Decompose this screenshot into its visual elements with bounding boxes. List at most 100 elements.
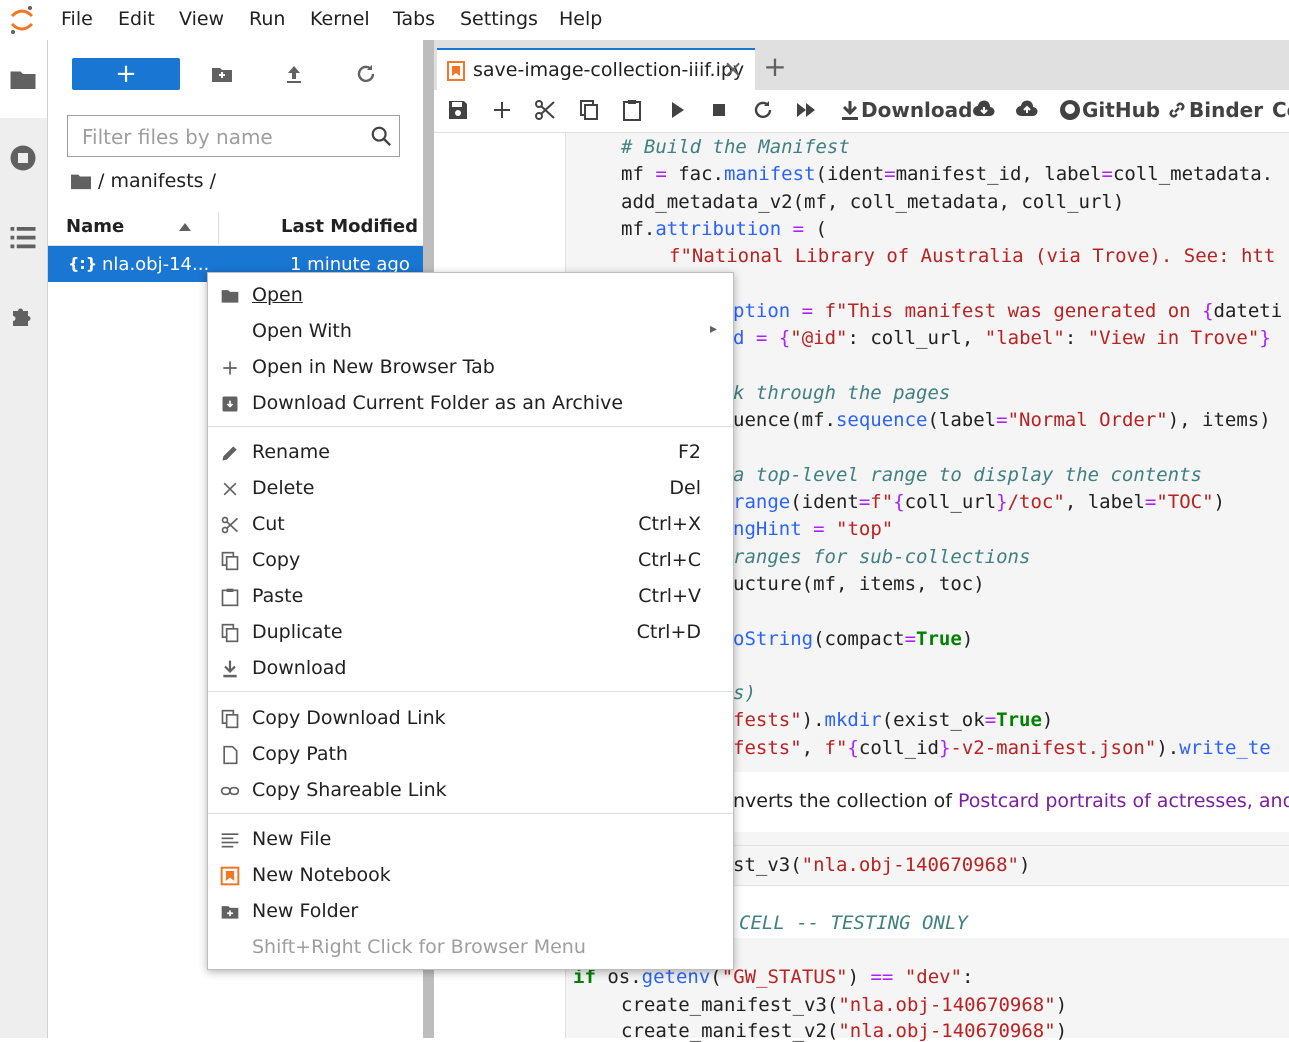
fast-forward-icon[interactable] — [794, 98, 818, 122]
cut-icon[interactable] — [533, 98, 557, 122]
menu-kernel[interactable]: Kernel — [310, 8, 370, 30]
menu-view[interactable]: View — [179, 8, 224, 30]
breadcrumb: / manifests / — [70, 170, 216, 192]
menu-hint: Shift+Right Click for Browser Menu — [252, 936, 586, 958]
code-line: fests", f"{coll_id}-v2-manifest.json").w… — [733, 737, 1271, 759]
menu-item-new-folder[interactable]: New Folder — [208, 893, 733, 929]
binder-button-label[interactable]: Binder — [1189, 98, 1263, 122]
code-line: ption = f"This manifest was generated on… — [733, 300, 1283, 322]
code-line: mf.attribution = ( — [621, 218, 827, 240]
github-button-label[interactable]: GitHub — [1082, 98, 1160, 122]
tab-notebook[interactable]: save-image-collection-iiif.ipy × — [437, 48, 755, 94]
column-header-last-modified[interactable]: Last Modified — [281, 216, 418, 237]
paste-icon — [221, 588, 239, 607]
menu-item-copy[interactable]: Copy Ctrl+C — [208, 542, 733, 578]
new-folder-icon[interactable] — [210, 62, 234, 86]
context-menu: Open Open With ▸ Open in New Browser Tab… — [207, 272, 734, 970]
jupyter-logo-icon[interactable] — [8, 4, 36, 36]
menu-item-paste[interactable]: Paste Ctrl+V — [208, 578, 733, 614]
link-icon[interactable] — [1165, 98, 1189, 122]
plus-icon — [223, 361, 237, 375]
menu-item-delete[interactable]: Delete Del — [208, 470, 733, 506]
copy-icon — [221, 551, 239, 571]
menu-item-download-archive[interactable]: Download Current Folder as an Archive — [208, 385, 733, 421]
stop-icon[interactable] — [707, 98, 731, 122]
activity-bar — [0, 40, 48, 1038]
code-line: st_v3("nla.obj-140670968") — [733, 854, 1031, 876]
text-file-icon — [221, 833, 239, 848]
column-divider[interactable] — [218, 212, 219, 244]
menu-item-copy-download-link[interactable]: Copy Download Link — [208, 700, 733, 736]
code-line: mf = fac.manifest(ident=manifest_id, lab… — [621, 163, 1274, 185]
run-icon[interactable] — [665, 98, 689, 122]
paste-icon[interactable] — [620, 98, 644, 122]
menu-edit[interactable]: Edit — [118, 8, 155, 30]
code-line: ngHint = "top" — [733, 518, 894, 540]
running-kernels-icon[interactable] — [8, 143, 38, 173]
extension-puzzle-icon[interactable] — [8, 301, 38, 331]
upload-icon[interactable] — [282, 62, 306, 86]
scissors-icon — [221, 516, 239, 534]
markdown-link[interactable]: Postcard portraits of actresses, and — [958, 790, 1289, 812]
code-line: oString(compact=True) — [733, 628, 974, 650]
menu-item-cut[interactable]: Cut Ctrl+X — [208, 506, 733, 542]
new-folder-icon — [221, 906, 239, 919]
menu-tabs[interactable]: Tabs — [393, 8, 435, 30]
filter-files-input[interactable] — [80, 124, 364, 150]
download-icon[interactable] — [838, 98, 862, 122]
notebook-icon — [220, 866, 240, 886]
menu-item-copy-path[interactable]: Copy Path — [208, 736, 733, 772]
code-line: k through the pages — [733, 382, 951, 404]
code-line: CELL -- TESTING ONLY — [739, 912, 968, 934]
menu-separator — [208, 813, 733, 814]
sort-ascending-icon — [179, 223, 191, 231]
github-icon[interactable] — [1058, 98, 1082, 122]
code-line: a top-level range to display the content… — [733, 464, 1202, 486]
refresh-icon[interactable] — [354, 62, 378, 86]
cloud-download-icon[interactable] — [972, 98, 996, 122]
breadcrumb-path[interactable]: / manifests / — [98, 170, 216, 192]
menu-item-download[interactable]: Download — [208, 650, 733, 686]
code-line: f"National Library of Australia (via Tro… — [669, 245, 1276, 267]
menu-item-copy-shareable-link[interactable]: Copy Shareable Link — [208, 772, 733, 808]
menu-item-open[interactable]: Open — [208, 277, 733, 313]
code-line: uence(mf.sequence(label="Normal Order"),… — [733, 409, 1271, 431]
copy-icon[interactable] — [577, 98, 601, 122]
close-icon[interactable]: × — [723, 55, 743, 83]
file-icon — [223, 745, 238, 765]
menu-bar: File Edit View Run Kernel Tabs Settings … — [0, 0, 1289, 41]
menu-item-open-with[interactable]: Open With ▸ — [208, 313, 733, 349]
column-header-name[interactable]: Name — [66, 216, 124, 237]
code-line: # Build the Manifest — [621, 136, 850, 158]
new-launcher-button[interactable]: + — [72, 58, 180, 90]
menu-separator — [208, 426, 733, 427]
notebook-icon — [447, 61, 465, 81]
menu-run[interactable]: Run — [249, 8, 285, 30]
folder-icon[interactable] — [8, 64, 38, 94]
archive-icon — [222, 396, 238, 412]
menu-item-new-notebook[interactable]: New Notebook — [208, 857, 733, 893]
toc-list-icon[interactable] — [8, 222, 38, 252]
download-button-label[interactable]: Download — [861, 98, 972, 122]
cloud-upload-icon[interactable] — [1015, 98, 1039, 122]
menu-help[interactable]: Help — [559, 8, 602, 30]
new-tab-button[interactable]: + — [760, 52, 790, 82]
restart-icon[interactable] — [751, 98, 775, 122]
link-icon — [220, 786, 240, 796]
folder-icon — [221, 290, 239, 303]
download-icon — [223, 660, 237, 678]
menu-file[interactable]: File — [61, 8, 93, 30]
pencil-icon — [222, 446, 237, 461]
more-toolbar-label[interactable]: Co — [1272, 98, 1289, 122]
menu-item-rename[interactable]: Rename F2 — [208, 434, 733, 470]
menu-item-duplicate[interactable]: Duplicate Ctrl+D — [208, 614, 733, 650]
code-line: create_manifest_v2("nla.obj-140670968") — [621, 1020, 1068, 1042]
markdown-text: nverts the collection of Postcard portra… — [733, 790, 1289, 812]
add-cell-icon[interactable] — [490, 98, 514, 122]
menu-settings[interactable]: Settings — [460, 8, 538, 30]
code-line: add_metadata_v2(mf, coll_metadata, coll_… — [621, 191, 1125, 213]
save-icon[interactable] — [446, 98, 470, 122]
menu-item-open-new-tab[interactable]: Open in New Browser Tab — [208, 349, 733, 385]
home-folder-icon[interactable] — [70, 171, 92, 191]
menu-item-new-file[interactable]: New File — [208, 821, 733, 857]
